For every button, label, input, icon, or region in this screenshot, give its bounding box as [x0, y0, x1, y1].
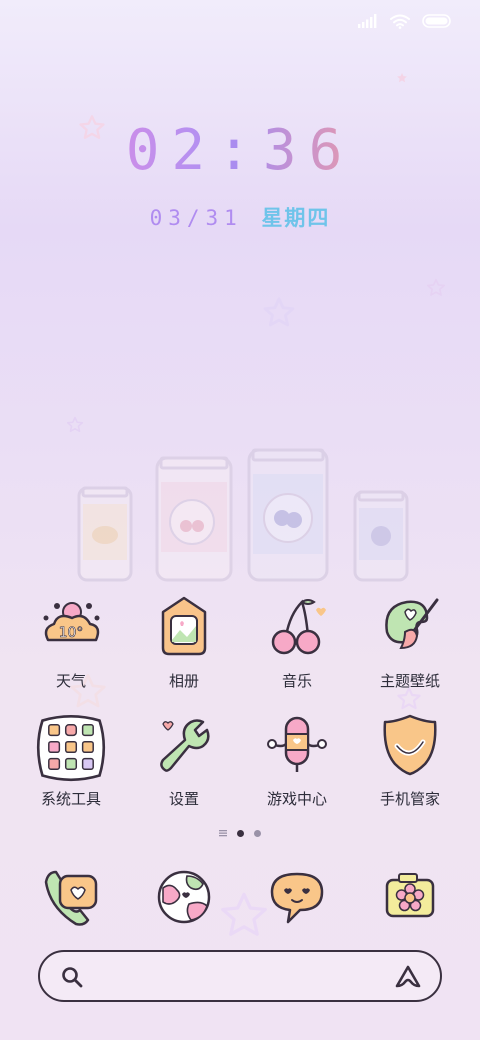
app-label: 手机管家 — [379, 790, 440, 808]
page-indicator[interactable] — [0, 829, 480, 837]
dock-messages[interactable] — [241, 862, 353, 932]
app-label: 系统工具 — [40, 790, 101, 808]
app-label: 相册 — [168, 672, 199, 690]
gallery-icon — [161, 596, 207, 656]
app-row-1: 10° 天气 相册 音乐 主题壁纸 — [0, 592, 480, 692]
dock-browser[interactable] — [128, 862, 240, 932]
dock — [0, 862, 480, 932]
cherry-music-icon — [271, 599, 326, 655]
phone-icon — [44, 870, 98, 926]
page-dot — [254, 829, 261, 837]
shield-manager-icon — [383, 714, 437, 776]
app-settings[interactable]: 设置 — [128, 710, 240, 809]
svg-text:10°: 10° — [59, 625, 84, 641]
date-day: 03/31 — [149, 206, 243, 230]
app-label: 天气 — [55, 672, 86, 690]
date-weekday: 星期四 — [261, 206, 331, 230]
dock-phone[interactable] — [15, 862, 127, 932]
browser-globe-icon — [157, 870, 211, 924]
star-decoration-icon — [397, 73, 407, 83]
system-tools-folder-icon — [36, 715, 106, 782]
signal-bars-icon — [358, 14, 377, 28]
app-gallery[interactable]: 相册 — [128, 592, 240, 691]
search-icon[interactable] — [60, 965, 84, 989]
page-dot-active — [237, 829, 244, 837]
search-bar[interactable] — [38, 950, 442, 1002]
clock-date: 03/31 星期四 — [0, 202, 480, 232]
status-bar — [358, 10, 452, 32]
wrench-settings-icon — [160, 719, 210, 772]
assistant-icon[interactable] — [394, 964, 422, 990]
app-label: 音乐 — [281, 672, 312, 690]
battery-icon — [422, 14, 451, 28]
app-themes[interactable]: 主题壁纸 — [354, 592, 466, 691]
app-music[interactable]: 音乐 — [241, 592, 353, 691]
star-decoration-icon — [263, 297, 295, 327]
camera-icon — [385, 873, 435, 918]
app-weather[interactable]: 10° 天气 — [15, 592, 127, 691]
app-label: 主题壁纸 — [379, 672, 440, 690]
app-row-2: 系统工具 设置 游戏中心 手机管家 — [0, 710, 480, 810]
app-folder-system-tools[interactable]: 系统工具 — [15, 710, 127, 809]
star-decoration-icon — [66, 416, 84, 433]
menu-lines-icon — [219, 830, 227, 837]
star-decoration-icon — [427, 278, 445, 296]
clock-time[interactable]: 02:36 — [0, 118, 480, 183]
app-label: 游戏中心 — [266, 790, 327, 808]
wifi-icon — [390, 14, 410, 29]
dock-camera[interactable] — [354, 862, 466, 932]
theme-brush-icon — [385, 598, 439, 650]
weather-cloud-icon: 10° — [43, 602, 100, 641]
app-game-center[interactable]: 游戏中心 — [241, 710, 353, 809]
messages-icon — [270, 872, 324, 924]
game-center-icon — [267, 716, 327, 772]
app-label: 设置 — [168, 790, 199, 808]
app-phone-manager[interactable]: 手机管家 — [354, 710, 466, 809]
jars-wallpaper-illustration — [77, 448, 409, 582]
